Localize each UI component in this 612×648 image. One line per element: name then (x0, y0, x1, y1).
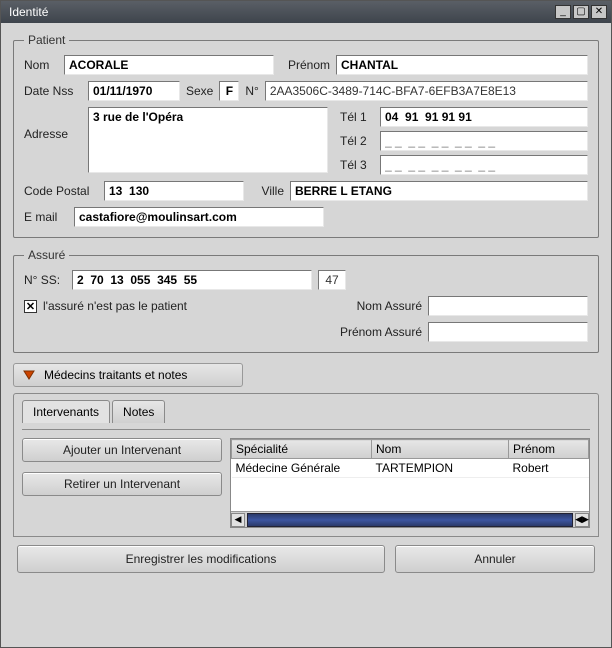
tab-notes[interactable]: Notes (112, 400, 165, 423)
prenom-input[interactable] (336, 55, 588, 75)
prenom-assure-input[interactable] (428, 322, 588, 342)
window-title: Identité (5, 5, 48, 19)
cell-spec: Médecine Générale (232, 459, 372, 478)
tab-intervenants[interactable]: Intervenants (22, 400, 110, 423)
nom-assure-input[interactable] (428, 296, 588, 316)
add-intervenant-button[interactable]: Ajouter un Intervenant (22, 438, 222, 462)
tel3-label: Tél 3 (340, 158, 374, 172)
titlebar: Identité _ ▢ ✕ (1, 1, 611, 23)
tel1-input[interactable] (380, 107, 588, 127)
tel2-input[interactable] (380, 131, 588, 151)
num-value: 2AA3506C-3489-714C-BFA7-6EFB3A7E8E13 (265, 81, 588, 101)
nom-label: Nom (24, 58, 58, 72)
notes-section-header[interactable]: Médecins traitants et notes (13, 363, 243, 387)
nom-input[interactable] (64, 55, 274, 75)
tel3-input[interactable] (380, 155, 588, 175)
save-button[interactable]: Enregistrer les modifications (17, 545, 385, 573)
tel2-label: Tél 2 (340, 134, 374, 148)
ville-label: Ville (250, 184, 284, 198)
prenom-label: Prénom (280, 58, 330, 72)
triangle-down-icon (22, 369, 36, 381)
scroll-left-icon[interactable]: ◀ (231, 513, 245, 527)
col-prenom[interactable]: Prénom (509, 440, 589, 459)
email-input[interactable] (74, 207, 324, 227)
cp-label: Code Postal (24, 184, 98, 198)
scroll-track[interactable] (247, 513, 573, 527)
col-specialite[interactable]: Spécialité (232, 440, 372, 459)
tel1-label: Tél 1 (340, 110, 374, 124)
date-nss-input[interactable] (88, 81, 180, 101)
num-label: N° (245, 84, 258, 98)
prenom-assure-label: Prénom Assuré (330, 325, 422, 339)
cp-input[interactable] (104, 181, 244, 201)
tabs-panel: Intervenants Notes Ajouter un Intervenan… (13, 393, 599, 537)
table-row[interactable]: Médecine Générale TARTEMPION Robert (232, 459, 589, 478)
ville-input[interactable] (290, 181, 588, 201)
horizontal-scrollbar[interactable]: ◀ ◀▶ (231, 511, 589, 527)
window-controls: _ ▢ ✕ (555, 5, 607, 19)
minimize-icon[interactable]: _ (555, 5, 571, 19)
email-label: E mail (24, 210, 68, 224)
footer-bar: Enregistrer les modifications Annuler (13, 545, 599, 573)
sexe-input[interactable] (219, 81, 239, 101)
not-patient-label: l'assuré n'est pas le patient (43, 299, 187, 313)
nss-key: 47 (318, 270, 346, 290)
maximize-icon[interactable]: ▢ (573, 5, 589, 19)
cell-nom: TARTEMPION (372, 459, 509, 478)
close-icon[interactable]: ✕ (591, 5, 607, 19)
sexe-label: Sexe (186, 84, 213, 98)
adresse-label: Adresse (24, 107, 82, 141)
not-patient-checkbox[interactable]: ✕ (24, 300, 37, 313)
nss-label: N° SS: (24, 273, 66, 287)
identity-window: Identité _ ▢ ✕ Patient Nom Prénom Date N… (0, 0, 612, 648)
remove-intervenant-button[interactable]: Retirer un Intervenant (22, 472, 222, 496)
content-area: Patient Nom Prénom Date Nss Sexe N° 2AA3… (1, 23, 611, 647)
patient-fieldset: Patient Nom Prénom Date Nss Sexe N° 2AA3… (13, 33, 599, 238)
nss-input[interactable] (72, 270, 312, 290)
assure-fieldset: Assuré N° SS: 47 ✕ l'assuré n'est pas le… (13, 248, 599, 353)
adresse-input[interactable] (88, 107, 328, 173)
scroll-right-icon[interactable]: ◀▶ (575, 513, 589, 527)
cell-prenom: Robert (509, 459, 589, 478)
patient-legend: Patient (24, 33, 69, 47)
cancel-button[interactable]: Annuler (395, 545, 595, 573)
intervenants-table: Spécialité Nom Prénom Médecine Générale … (230, 438, 590, 528)
date-nss-label: Date Nss (24, 84, 82, 98)
notes-section-label: Médecins traitants et notes (44, 368, 187, 382)
nom-assure-label: Nom Assuré (330, 299, 422, 313)
col-nom[interactable]: Nom (372, 440, 509, 459)
assure-legend: Assuré (24, 248, 69, 262)
